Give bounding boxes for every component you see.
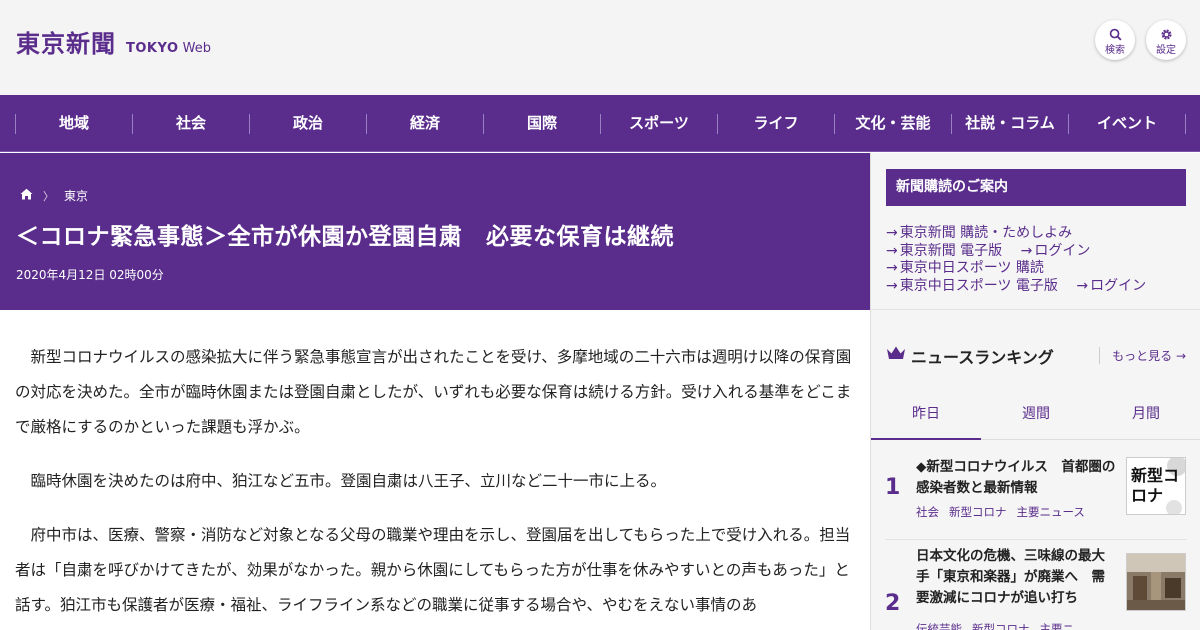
arrow-right-icon: → bbox=[886, 225, 898, 241]
ranking-item-thumbnail bbox=[1126, 553, 1186, 611]
tag-link[interactable]: 新型コロナ bbox=[949, 505, 1007, 519]
ranking-item-title: ◆新型コロナウイルス 首都圏の感染者数と最新情報 bbox=[916, 459, 1116, 496]
logo-subtitle-bold: TOKYO bbox=[126, 41, 179, 56]
arrow-right-icon: → bbox=[886, 242, 898, 259]
nav-item-international[interactable]: 国際 bbox=[484, 95, 600, 152]
breadcrumb: 〉 東京 bbox=[20, 187, 88, 204]
ranking-more-link[interactable]: もっと見る → bbox=[1099, 347, 1186, 364]
breadcrumb-section[interactable]: 東京 bbox=[64, 187, 88, 204]
ranking-item[interactable]: 2 日本文化の危機、三味線の最大手「東京和楽器」が廃業へ 需要激減にコロナが追い… bbox=[871, 548, 1200, 630]
home-icon[interactable] bbox=[20, 188, 33, 203]
logo-subtitle-light: Web bbox=[182, 41, 211, 56]
nav-item-sports[interactable]: スポーツ bbox=[601, 95, 717, 152]
nav-item-region[interactable]: 地域 bbox=[16, 95, 132, 152]
nav-item-culture[interactable]: 文化・芸能 bbox=[835, 95, 951, 152]
tag-link[interactable]: 主要ニ bbox=[1040, 622, 1075, 630]
site-header: 東京新聞 TOKYO Web 検索 設定 bbox=[0, 0, 1200, 95]
ranking-number: 1 bbox=[885, 475, 901, 500]
ranking-tabs: 昨日 週間 月間 bbox=[871, 388, 1200, 440]
login-label: ログイン bbox=[1034, 242, 1091, 259]
nav-item-events[interactable]: イベント bbox=[1069, 95, 1185, 152]
tag-link[interactable]: 伝統芸能 bbox=[916, 622, 962, 630]
chunichi-sports-digital-label: 東京中日スポーツ 電子版 bbox=[899, 277, 1058, 294]
ranking-item-tags: 伝統芸能 新型コロナ 主要ニ bbox=[916, 621, 1084, 630]
ranking-more-label: もっと見る bbox=[1112, 349, 1173, 363]
sidebar: 新聞購読のご案内 → 東京新聞 購読・ためしよみ → 東京新聞 電子版 → ログイン … bbox=[870, 153, 1200, 630]
subscribe-tokyo-label: 東京新聞 購読・ためしよみ bbox=[899, 225, 1073, 241]
tag-link[interactable]: 社会 bbox=[916, 505, 939, 519]
search-icon bbox=[1095, 26, 1135, 41]
arrow-right-icon: → bbox=[886, 277, 898, 294]
login-label: ログイン bbox=[1090, 277, 1147, 294]
tag-link[interactable]: 主要ニュース bbox=[1017, 505, 1085, 519]
ranking-item[interactable]: 1 ◆新型コロナウイルス 首都圏の感染者数と最新情報 社会 新型コロナ 主要ニュース… bbox=[871, 453, 1200, 539]
ranking-item-tags: 社会 新型コロナ 主要ニュース bbox=[916, 504, 1095, 520]
logo-wordmark: 東京新聞 bbox=[16, 29, 116, 58]
nav-item-life[interactable]: ライフ bbox=[718, 95, 834, 152]
ranking-title: ニュースランキング bbox=[911, 348, 1054, 367]
ranking-number: 2 bbox=[885, 591, 901, 616]
ranking-item-title: 日本文化の危機、三味線の最大手「東京和楽器」が廃業へ 需要激減にコロナが追い打ち bbox=[916, 548, 1105, 606]
chevron-right-icon: 〉 bbox=[43, 189, 54, 203]
tokyo-digital-link[interactable]: → 東京新聞 電子版 bbox=[886, 243, 1002, 259]
nav-separator bbox=[1185, 114, 1186, 134]
article-body: 新型コロナウイルスの感染拡大に伴う緊急事態宣言が出されたことを受け、多摩地域の二… bbox=[15, 340, 855, 630]
arrow-right-icon: → bbox=[1175, 349, 1186, 363]
subscribe-chunichi-sports-link[interactable]: → 東京中日スポーツ 購読 bbox=[886, 260, 1044, 276]
tab-monthly[interactable]: 月間 bbox=[1091, 388, 1200, 440]
ranking-item-thumbnail: 新型コロナ bbox=[1126, 457, 1186, 515]
crown-icon bbox=[886, 345, 906, 365]
ranking-header: ニュースランキング もっと見る → bbox=[886, 343, 1186, 367]
gear-icon bbox=[1146, 26, 1186, 40]
subscribe-tokyo-link[interactable]: → 東京新聞 購読・ためしよみ bbox=[886, 225, 1072, 241]
logo-subtitle: TOKYO Web bbox=[126, 41, 211, 56]
subscribe-chunichi-sports-label: 東京中日スポーツ 購読 bbox=[899, 260, 1044, 276]
subscription-heading: 新聞購読のご案内 bbox=[886, 169, 1186, 206]
ranking-divider bbox=[886, 539, 1186, 540]
thumbnail-caption: 新型コロナ bbox=[1131, 466, 1180, 505]
nav-item-economy[interactable]: 経済 bbox=[367, 95, 483, 152]
arrow-right-icon: → bbox=[1076, 277, 1089, 294]
subscription-links: → 東京新聞 購読・ためしよみ → 東京新聞 電子版 → ログイン → 東京中日スポーツ… bbox=[886, 225, 1191, 295]
tokyo-digital-label: 東京新聞 電子版 bbox=[899, 242, 1003, 259]
arrow-right-icon: → bbox=[886, 260, 898, 276]
article-paragraph: 新型コロナウイルスの感染拡大に伴う緊急事態宣言が出されたことを受け、多摩地域の二… bbox=[15, 348, 852, 436]
tag-link[interactable]: 新型コロナ bbox=[972, 622, 1030, 630]
sidebar-divider bbox=[871, 309, 1200, 310]
nav-item-society[interactable]: 社会 bbox=[133, 95, 249, 152]
article-date: 2020年4月12日 02時00分 bbox=[16, 268, 164, 282]
nav-item-editorial[interactable]: 社説・コラム bbox=[952, 95, 1068, 152]
tab-weekly[interactable]: 週間 bbox=[981, 388, 1091, 440]
article-headline: ＜コロナ緊急事態＞全市が休園か登園自粛 必要な保育は継続 bbox=[16, 224, 674, 250]
settings-button-label: 設定 bbox=[1156, 45, 1176, 56]
search-button[interactable]: 検索 bbox=[1095, 20, 1135, 60]
settings-button[interactable]: 設定 bbox=[1146, 20, 1186, 60]
chunichi-sports-login-link[interactable]: → ログイン bbox=[1076, 278, 1146, 294]
nav-item-politics[interactable]: 政治 bbox=[250, 95, 366, 152]
site-logo[interactable]: 東京新聞 TOKYO Web bbox=[16, 24, 211, 59]
search-button-label: 検索 bbox=[1105, 45, 1125, 56]
article-paragraph: 府中市は、医療、警察・消防など対象となる父母の職業や理由を示し、登園届を出しても… bbox=[15, 526, 851, 614]
chunichi-sports-digital-link[interactable]: → 東京中日スポーツ 電子版 bbox=[886, 278, 1058, 294]
article-hero: 〉 東京 ＜コロナ緊急事態＞全市が休園か登園自粛 必要な保育は継続 2020年4… bbox=[0, 153, 870, 310]
tab-yesterday[interactable]: 昨日 bbox=[871, 388, 981, 440]
main-nav: 地域 社会 政治 経済 国際 スポーツ ライフ 文化・芸能 社説・コラム イベン… bbox=[0, 95, 1200, 152]
article-paragraph: 臨時休園を決めたのは府中、狛江など五市。登園自粛は八王子、立川など二十一市に上る… bbox=[30, 472, 667, 490]
arrow-right-icon: → bbox=[1020, 242, 1033, 259]
tokyo-digital-login-link[interactable]: → ログイン bbox=[1021, 243, 1091, 259]
